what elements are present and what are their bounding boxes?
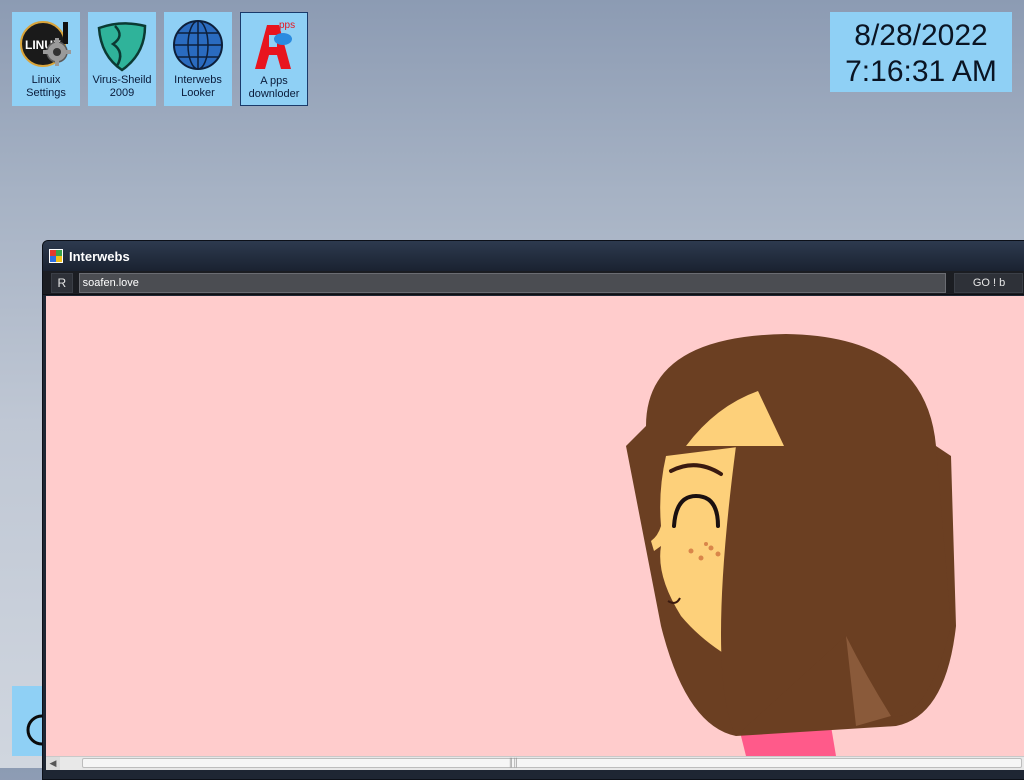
window-titlebar[interactable]: Interwebs — [43, 241, 1024, 271]
window-title: Interwebs — [69, 248, 130, 264]
scroll-left-arrow-icon[interactable]: ◀ — [46, 757, 60, 770]
browser-toolbar: R GO ! b — [43, 271, 1024, 295]
avatar-head-image — [626, 334, 956, 756]
go-button[interactable]: GO ! b — [953, 272, 1023, 293]
virus-shield-icon — [97, 22, 147, 72]
globe-icon — [173, 20, 223, 70]
desktop-icon-label: Linuix Settings — [26, 74, 66, 99]
desktop-icon-virus-shield[interactable]: Virus-Sheild 2009 — [88, 12, 156, 106]
clock-widget: 8/28/2022 7:16:31 AM — [830, 12, 1012, 92]
desktop-icon-apps-downloader[interactable]: pps A pps downloder — [240, 12, 308, 106]
apps-downloader-icon: pps — [255, 20, 295, 69]
desktop-icon-label: Virus-Sheild 2009 — [92, 74, 152, 99]
scrollbar-thumb[interactable] — [82, 758, 1022, 768]
apps-badge-text: pps — [279, 20, 295, 31]
power-icon — [26, 714, 43, 746]
refresh-button[interactable]: R — [51, 272, 73, 293]
desktop-icon-interwebs-looker[interactable]: Interwebs Looker — [164, 12, 232, 106]
app-window-icon — [49, 249, 63, 263]
url-input[interactable] — [78, 272, 946, 293]
desktop-icon-label: Interwebs Looker — [174, 74, 222, 99]
linux-settings-gear-icon: LINUX — [20, 21, 71, 67]
clock-date: 8/28/2022 — [854, 19, 988, 52]
web-page-content[interactable] — [46, 296, 1024, 756]
desktop-icon-linux-settings[interactable]: LINUX Linuix Settings — [12, 12, 80, 106]
scrollbar-grip-icon: ║║ — [508, 758, 518, 767]
interwebs-window[interactable]: Interwebs R GO ! b — [42, 240, 1024, 780]
clock-time: 7:16:31 AM — [845, 55, 997, 88]
side-widget[interactable] — [12, 686, 46, 756]
desktop-icon-label: A pps downloder — [248, 75, 300, 100]
